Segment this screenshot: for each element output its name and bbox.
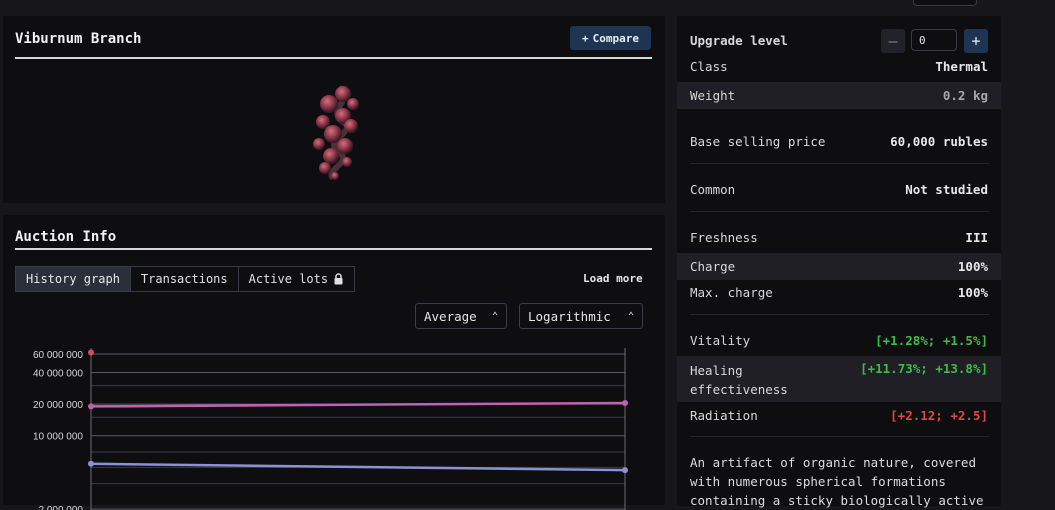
stat-label: Healing effectiveness: [690, 363, 788, 397]
stat-row: Radiation [+2.12; +2.5]: [677, 408, 1001, 423]
data-point[interactable]: [622, 399, 628, 406]
plus-icon: +: [582, 31, 589, 45]
tab-label: Active lots: [248, 272, 329, 286]
upgrade-level-input[interactable]: [911, 29, 957, 51]
scale-select[interactable]: Logarithmic ⌃: [519, 303, 643, 329]
stat-value: [+2.12; +2.5]: [890, 408, 988, 423]
y-tick-label: 10 000 000: [33, 432, 83, 443]
price-history-chart: 60 000 000 40 000 000 20 000 000 10 000 000…: [33, 348, 628, 510]
stat-row: Charge 100%: [677, 253, 1001, 280]
chevron-updown-icon: ⌃: [491, 310, 498, 322]
compare-label: Compare: [592, 31, 639, 45]
stat-row: Healing effectiveness [+11.73%; +13.8%]: [677, 356, 1001, 402]
divider: [690, 211, 989, 212]
tab-label: Transactions: [140, 272, 228, 286]
stat-row: Max. charge 100%: [677, 285, 1001, 300]
y-tick-label: 2 000 000: [39, 505, 84, 510]
y-tick-label: 60 000 000: [33, 350, 83, 361]
tab-transactions[interactable]: Transactions: [130, 266, 239, 292]
stats-panel: Upgrade level – + Class Thermal Weight 0…: [677, 16, 1001, 508]
stat-value: Thermal: [935, 59, 988, 74]
lock-icon: [334, 273, 343, 285]
item-panel: Viburnum Branch + Compare: [3, 16, 665, 203]
data-point[interactable]: [88, 349, 94, 356]
increment-button[interactable]: +: [964, 29, 988, 53]
divider: [690, 436, 989, 437]
data-point[interactable]: [88, 403, 94, 410]
stat-value: Not studied: [905, 182, 988, 197]
load-more-button[interactable]: Load more: [583, 272, 643, 285]
stat-value: III: [965, 230, 988, 245]
divider: [690, 314, 989, 315]
stat-row: Freshness III: [677, 230, 1001, 245]
y-tick-label: 40 000 000: [33, 368, 83, 379]
auction-panel: Auction Info History graph Transactions …: [3, 215, 665, 510]
item-description: An artifact of organic nature, covered w…: [690, 455, 984, 508]
upgrade-label: Upgrade level: [690, 33, 788, 48]
item-title: Viburnum Branch: [15, 31, 142, 47]
auction-tabs: History graph Transactions Active lots: [15, 266, 356, 292]
auction-divider: [15, 248, 652, 250]
stat-row: Base selling price 60,000 rubles: [677, 134, 1001, 149]
title-divider: [15, 57, 652, 59]
stat-value: 100%: [957, 285, 988, 300]
mode-select[interactable]: Average ⌃: [415, 303, 507, 329]
decrement-button[interactable]: –: [881, 29, 905, 53]
stat-row: Vitality [+1.28%; +1.5%]: [677, 333, 1001, 348]
stat-row: Class Thermal: [677, 59, 1001, 74]
compare-button[interactable]: + Compare: [570, 26, 651, 50]
auction-title: Auction Info: [15, 229, 117, 245]
artifact-image: [313, 85, 359, 181]
stat-label: Weight: [690, 88, 736, 103]
y-tick-label: 20 000 000: [33, 400, 83, 411]
tab-history-graph[interactable]: History graph: [15, 266, 131, 292]
stat-row: Common Not studied: [677, 182, 1001, 197]
stat-label: Freshness: [690, 230, 758, 245]
stat-value: 0.2 kg: [942, 88, 988, 103]
scale-select-value: Logarithmic: [528, 308, 611, 324]
divider: [690, 163, 989, 164]
tab-active-lots[interactable]: Active lots: [238, 266, 356, 292]
stat-label: Base selling price: [690, 134, 826, 149]
top-control[interactable]: [913, 0, 977, 6]
stat-row: Weight 0.2 kg: [677, 82, 1001, 109]
mode-select-value: Average: [424, 308, 477, 324]
stat-label: Common: [690, 182, 736, 197]
data-point[interactable]: [88, 460, 94, 467]
stat-label: Max. charge: [690, 285, 773, 300]
stat-value: [+11.73%; +13.8%]: [860, 361, 988, 376]
series-line: [90, 401, 626, 408]
tab-label: History graph: [26, 272, 120, 286]
stat-label: Radiation: [690, 408, 758, 423]
stat-label: Vitality: [690, 333, 751, 348]
stat-value: 100%: [957, 259, 988, 274]
data-point[interactable]: [622, 467, 628, 474]
stat-value: 60,000 rubles: [890, 134, 988, 149]
stat-label: Charge: [690, 259, 736, 274]
chevron-updown-icon: ⌃: [627, 310, 634, 322]
stat-value: [+1.28%; +1.5%]: [875, 333, 988, 348]
stat-label: Class: [690, 59, 728, 74]
